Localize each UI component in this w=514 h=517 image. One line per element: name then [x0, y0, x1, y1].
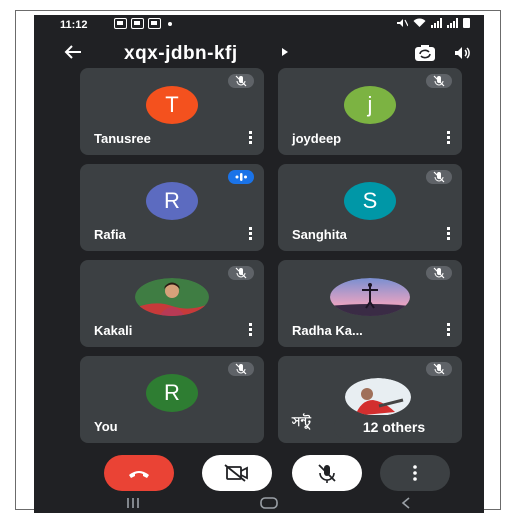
mic-off-badge	[426, 74, 452, 88]
photo-avatar	[345, 378, 411, 416]
participant-tile-radha[interactable]: Radha Ka...	[278, 260, 462, 347]
more-vert-icon[interactable]	[249, 323, 252, 338]
more-vert-icon[interactable]	[447, 131, 450, 146]
avatar: R	[146, 374, 198, 412]
avatar: T	[146, 86, 198, 124]
end-call-button[interactable]	[104, 455, 174, 491]
participant-name: Rafia	[94, 227, 126, 242]
status-time: 11:12	[60, 19, 88, 31]
participant-tile-rafia[interactable]: R Rafia	[80, 164, 264, 251]
battery-icon	[463, 18, 470, 28]
call-controls	[34, 455, 484, 491]
back-icon[interactable]	[400, 496, 412, 510]
mic-off-icon	[433, 75, 445, 87]
mic-off-icon	[318, 464, 336, 483]
chevron-right-icon[interactable]	[282, 48, 288, 56]
profile-photo	[330, 278, 410, 316]
mic-off-badge	[228, 74, 254, 88]
system-nav-bar	[34, 493, 484, 513]
arrow-left-icon[interactable]	[64, 44, 82, 60]
mic-button[interactable]	[292, 455, 362, 491]
participant-name: You	[94, 419, 118, 434]
photo-avatar	[135, 278, 209, 316]
phone-screen: 11:12 xqx-jdbn-kfj T Tanusree j joydeep …	[34, 15, 484, 513]
camera-button[interactable]	[202, 455, 272, 491]
more-vert-icon[interactable]	[249, 131, 252, 146]
profile-photo	[135, 278, 209, 316]
mic-off-icon	[235, 267, 247, 279]
camera-off-icon	[224, 464, 248, 482]
signal-icon	[431, 18, 442, 28]
participant-name: Tanusree	[94, 131, 151, 146]
end-call-icon	[129, 471, 149, 478]
switch-camera-icon[interactable]	[414, 44, 436, 62]
avatar: R	[146, 182, 198, 220]
avatar: S	[344, 182, 396, 220]
others-count-chip[interactable]: 12 others	[334, 415, 454, 439]
mic-off-icon	[433, 267, 445, 279]
dot-icon	[168, 22, 172, 26]
participant-tile-tanusree[interactable]: T Tanusree	[80, 68, 264, 155]
status-right-icons	[396, 18, 470, 28]
profile-photo	[345, 378, 411, 416]
participant-tile-you[interactable]: R You	[80, 356, 264, 443]
avatar: j	[344, 86, 396, 124]
mic-off-icon	[235, 75, 247, 87]
mic-off-icon	[433, 171, 445, 183]
more-vert-icon[interactable]	[249, 227, 252, 242]
more-vert-icon[interactable]	[447, 323, 450, 338]
meeting-header: xqx-jdbn-kfj	[34, 41, 484, 71]
participant-tile-joydeep[interactable]: j joydeep	[278, 68, 462, 155]
more-options-button[interactable]	[380, 455, 450, 491]
speaker-icon[interactable]	[454, 46, 472, 60]
notification-icons	[114, 18, 172, 29]
recents-icon[interactable]	[126, 496, 140, 510]
participant-name: Radha Ka...	[292, 323, 363, 338]
more-vert-icon	[413, 465, 417, 481]
photo-avatar	[330, 278, 410, 316]
more-vert-icon[interactable]	[447, 227, 450, 242]
mic-off-icon	[433, 363, 445, 375]
wifi-icon	[413, 18, 426, 27]
participant-name: Sanghita	[292, 227, 347, 242]
mic-off-icon	[235, 363, 247, 375]
signal-icon-2	[447, 18, 458, 28]
participant-name: Kakali	[94, 323, 133, 338]
participant-tile-others[interactable]: সন্টু 12 others	[278, 356, 462, 443]
mic-off-badge	[228, 266, 254, 280]
participant-tile-kakali[interactable]: Kakali	[80, 260, 264, 347]
audio-level-icon	[235, 173, 247, 181]
mic-off-badge	[228, 362, 254, 376]
participant-name: সন্টু	[292, 414, 311, 429]
status-bar: 11:12	[34, 15, 484, 37]
message-notification-icon	[148, 18, 161, 29]
meeting-code[interactable]: xqx-jdbn-kfj	[124, 43, 238, 65]
participant-tile-sanghita[interactable]: S Sanghita	[278, 164, 462, 251]
mic-off-badge	[426, 362, 452, 376]
gallery-notification-icon	[131, 18, 144, 29]
photo-notification-icon	[114, 18, 127, 29]
mic-off-badge	[426, 266, 452, 280]
home-icon[interactable]	[259, 496, 279, 510]
speaking-badge	[228, 170, 254, 184]
mute-icon	[397, 19, 408, 27]
participant-name: joydeep	[292, 131, 342, 146]
mic-off-badge	[426, 170, 452, 184]
